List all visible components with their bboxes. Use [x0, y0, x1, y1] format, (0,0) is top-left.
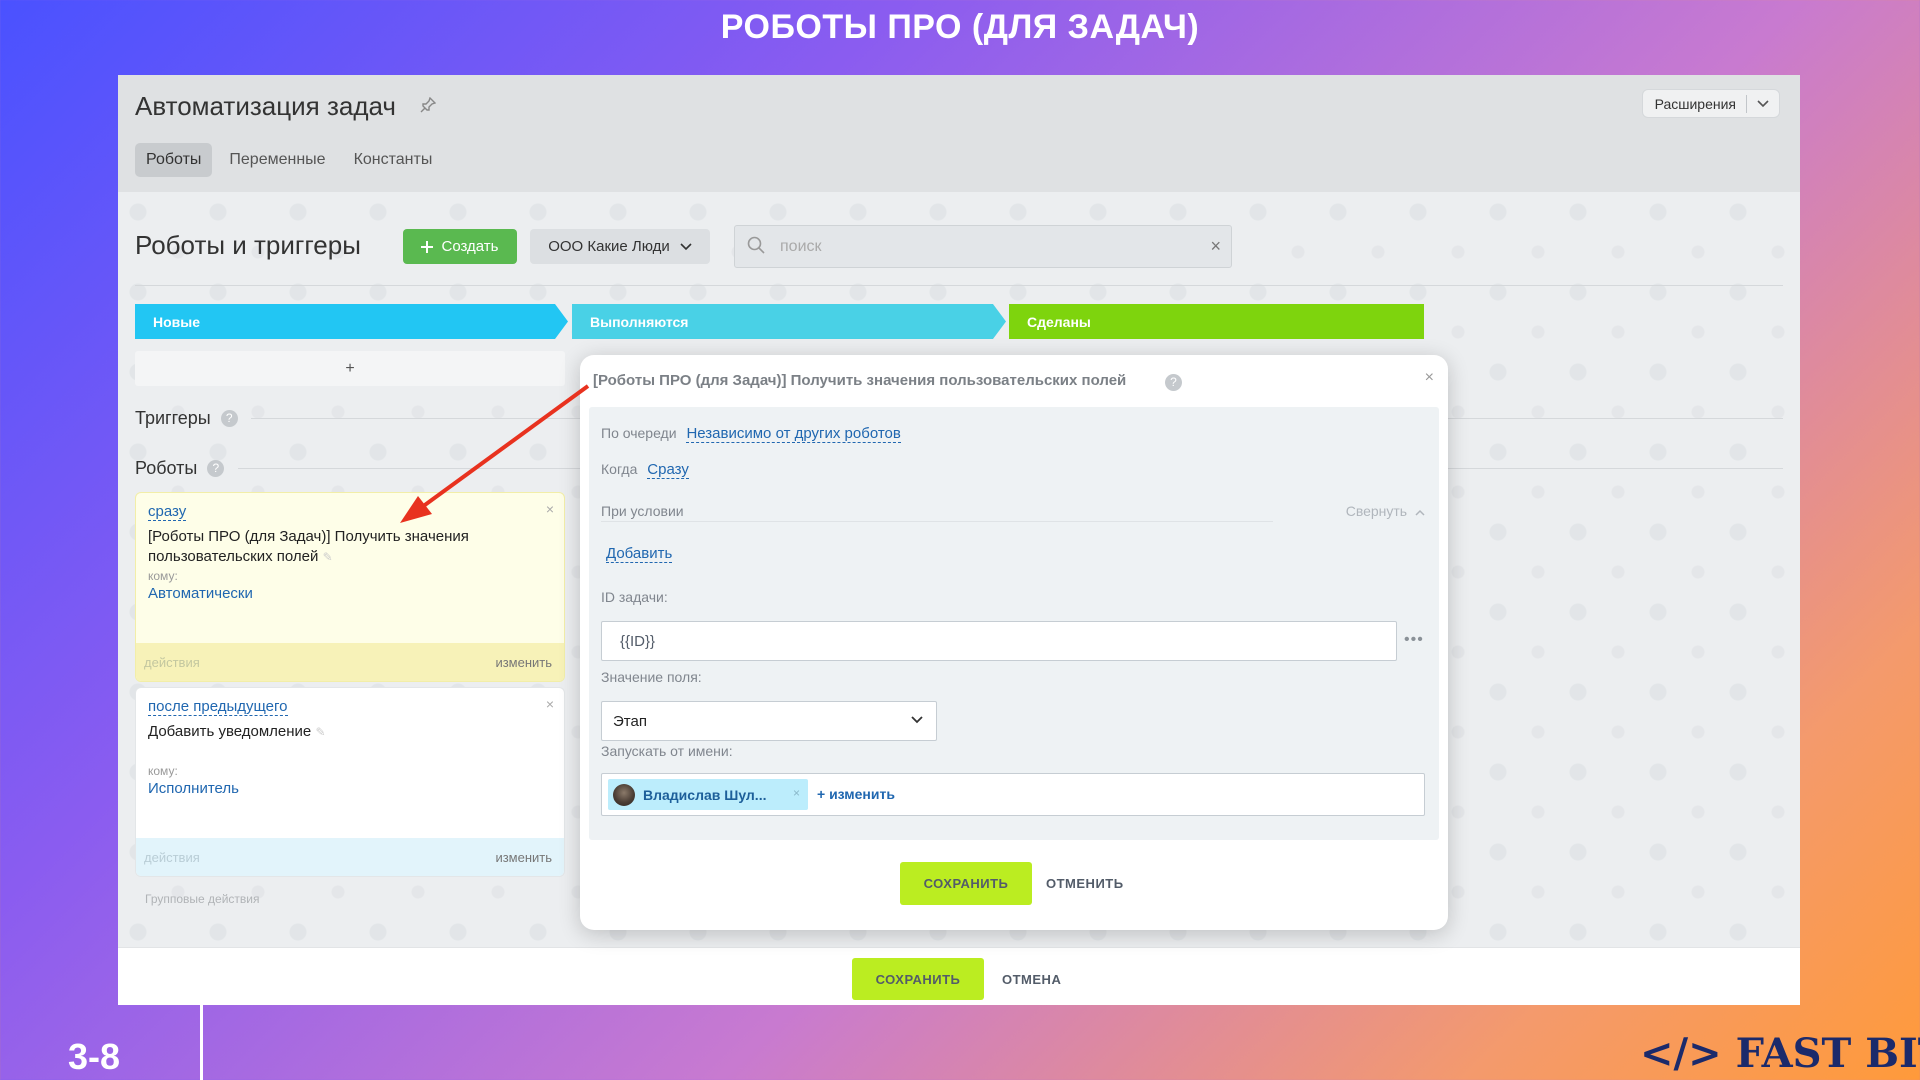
chevron-down-icon: [1757, 99, 1769, 107]
cancel-button[interactable]: ОТМЕНА: [1002, 958, 1061, 1000]
help-icon[interactable]: ?: [1165, 374, 1182, 391]
when-label: Когда: [601, 461, 638, 477]
tab-variables[interactable]: Переменные: [218, 143, 336, 177]
divider: [601, 521, 1273, 522]
collapse-toggle[interactable]: Свернуть: [1346, 503, 1425, 519]
company-label: ООО Какие Люди: [548, 238, 670, 255]
divider: [1746, 94, 1747, 113]
slide-number: 3-8: [68, 1036, 121, 1077]
robots-label: Роботы: [135, 458, 198, 478]
triggers-label: Триггеры: [135, 408, 211, 428]
robot-card-footer: действия изменить: [136, 838, 564, 876]
queue-label: По очереди: [601, 425, 677, 441]
create-label: Создать: [441, 238, 499, 255]
add-robot-button[interactable]: +: [135, 351, 565, 386]
run-as-field[interactable]: Владислав Шул... × + изменить: [601, 773, 1425, 816]
task-id-input[interactable]: {{ID}}: [601, 621, 1397, 661]
change-user-link[interactable]: + изменить: [817, 786, 895, 802]
pencil-icon[interactable]: ✎: [323, 550, 333, 564]
robot-to-value[interactable]: Исполнитель: [148, 780, 239, 797]
robots-row: Роботы ?: [135, 458, 225, 479]
robot-edit-link[interactable]: изменить: [495, 655, 552, 670]
robot-to-label: кому:: [148, 764, 178, 778]
divider: [200, 1005, 203, 1080]
close-icon[interactable]: ×: [546, 696, 554, 712]
robot-actions[interactable]: действия: [144, 850, 200, 865]
avatar: [613, 783, 635, 806]
help-icon[interactable]: ?: [207, 460, 225, 477]
robot-settings-dialog: [Роботы ПРО (для Задач)] Получить значен…: [580, 355, 1448, 930]
chevron-up-icon: [1415, 509, 1425, 516]
help-icon[interactable]: ?: [220, 410, 238, 427]
dialog-body: По очереди Независимо от других роботов …: [589, 407, 1439, 840]
robot-trigger-link[interactable]: после предыдущего: [148, 698, 288, 716]
field-value-label: Значение поля:: [601, 669, 702, 685]
add-condition-row: Добавить: [606, 545, 673, 563]
pin-icon[interactable]: [420, 96, 437, 118]
collapse-label: Свернуть: [1345, 503, 1408, 519]
task-id-label: ID задачи:: [601, 589, 668, 605]
field-value-selected: Этап: [613, 712, 647, 730]
plus-icon: [421, 240, 434, 253]
add-condition-link[interactable]: Добавить: [606, 545, 673, 563]
stage-in-progress[interactable]: Выполняются: [572, 304, 1006, 339]
pencil-icon[interactable]: ✎: [315, 725, 325, 739]
user-name: Владислав Шул...: [643, 786, 767, 803]
search-box[interactable]: поиск ×: [734, 225, 1232, 268]
dialog-cancel-button[interactable]: ОТМЕНИТЬ: [1046, 862, 1124, 905]
search-input[interactable]: поиск: [780, 238, 822, 256]
save-button[interactable]: СОХРАНИТЬ: [852, 958, 984, 1000]
tab-robots[interactable]: Роботы: [135, 143, 213, 177]
user-chip[interactable]: Владислав Шул... ×: [608, 779, 808, 810]
robot-card[interactable]: сразу × [Роботы ПРО (для Задач)] Получит…: [135, 492, 565, 682]
close-icon[interactable]: ×: [793, 786, 800, 800]
page-title: Автоматизация задач: [135, 91, 396, 121]
dialog-title: [Роботы ПРО (для Задач)] Получить значен…: [593, 372, 1127, 389]
robot-title: Добавить уведомление ✎: [148, 722, 518, 742]
chevron-down-icon: [680, 242, 692, 250]
brand-logo: </> FAST BIT: [1640, 1030, 1920, 1077]
app-header: Автоматизация задач Расширения Роботы Пе…: [118, 75, 1800, 192]
robot-title-text: Добавить уведомление: [148, 723, 312, 740]
tab-bar: Роботы Переменные Константы: [135, 143, 443, 177]
extensions-button[interactable]: Расширения: [1641, 89, 1780, 118]
close-icon[interactable]: ×: [1210, 236, 1221, 257]
group-actions-link[interactable]: Групповые действия: [145, 892, 260, 906]
stage-new[interactable]: Новые: [135, 304, 568, 339]
field-value-select[interactable]: Этап: [601, 701, 937, 741]
section-title: Роботы и триггеры: [135, 230, 361, 260]
triggers-row: Триггеры ?: [135, 408, 238, 429]
condition-label: При условии: [601, 503, 684, 519]
robot-trigger-link[interactable]: сразу: [148, 503, 187, 521]
company-selector[interactable]: ООО Какие Люди: [530, 229, 710, 264]
more-icon[interactable]: •••: [1404, 631, 1424, 649]
robot-card-footer: действия изменить: [136, 643, 564, 681]
close-icon[interactable]: ×: [546, 501, 554, 517]
robot-actions[interactable]: действия: [144, 655, 200, 670]
slide-title: РОБОТЫ ПРО (ДЛЯ ЗАДАЧ): [720, 8, 1200, 46]
extensions-label: Расширения: [1654, 95, 1736, 112]
robot-to-label: кому:: [148, 569, 178, 583]
dialog-save-button[interactable]: СОХРАНИТЬ: [900, 862, 1032, 905]
robot-title: [Роботы ПРО (для Задач)] Получить значен…: [148, 527, 518, 567]
stage-done[interactable]: Сделаны: [1009, 304, 1424, 339]
run-as-label: Запускать от имени:: [601, 743, 733, 759]
chevron-down-icon: [911, 716, 923, 724]
when-link[interactable]: Сразу: [647, 461, 689, 479]
when-row: Когда Сразу: [601, 461, 689, 479]
close-icon[interactable]: ×: [1425, 369, 1434, 387]
divider: [135, 285, 1783, 286]
robot-card[interactable]: после предыдущего × Добавить уведомление…: [135, 687, 565, 877]
create-button[interactable]: Создать: [403, 229, 517, 264]
queue-link[interactable]: Независимо от других роботов: [686, 425, 901, 443]
queue-row: По очереди Независимо от других роботов: [601, 425, 901, 443]
robot-edit-link[interactable]: изменить: [495, 850, 552, 865]
robot-title-text: [Роботы ПРО (для Задач)] Получить значен…: [148, 528, 469, 565]
robot-to-value[interactable]: Автоматически: [148, 585, 253, 602]
tab-constants[interactable]: Константы: [343, 143, 444, 177]
search-icon: [747, 236, 765, 254]
